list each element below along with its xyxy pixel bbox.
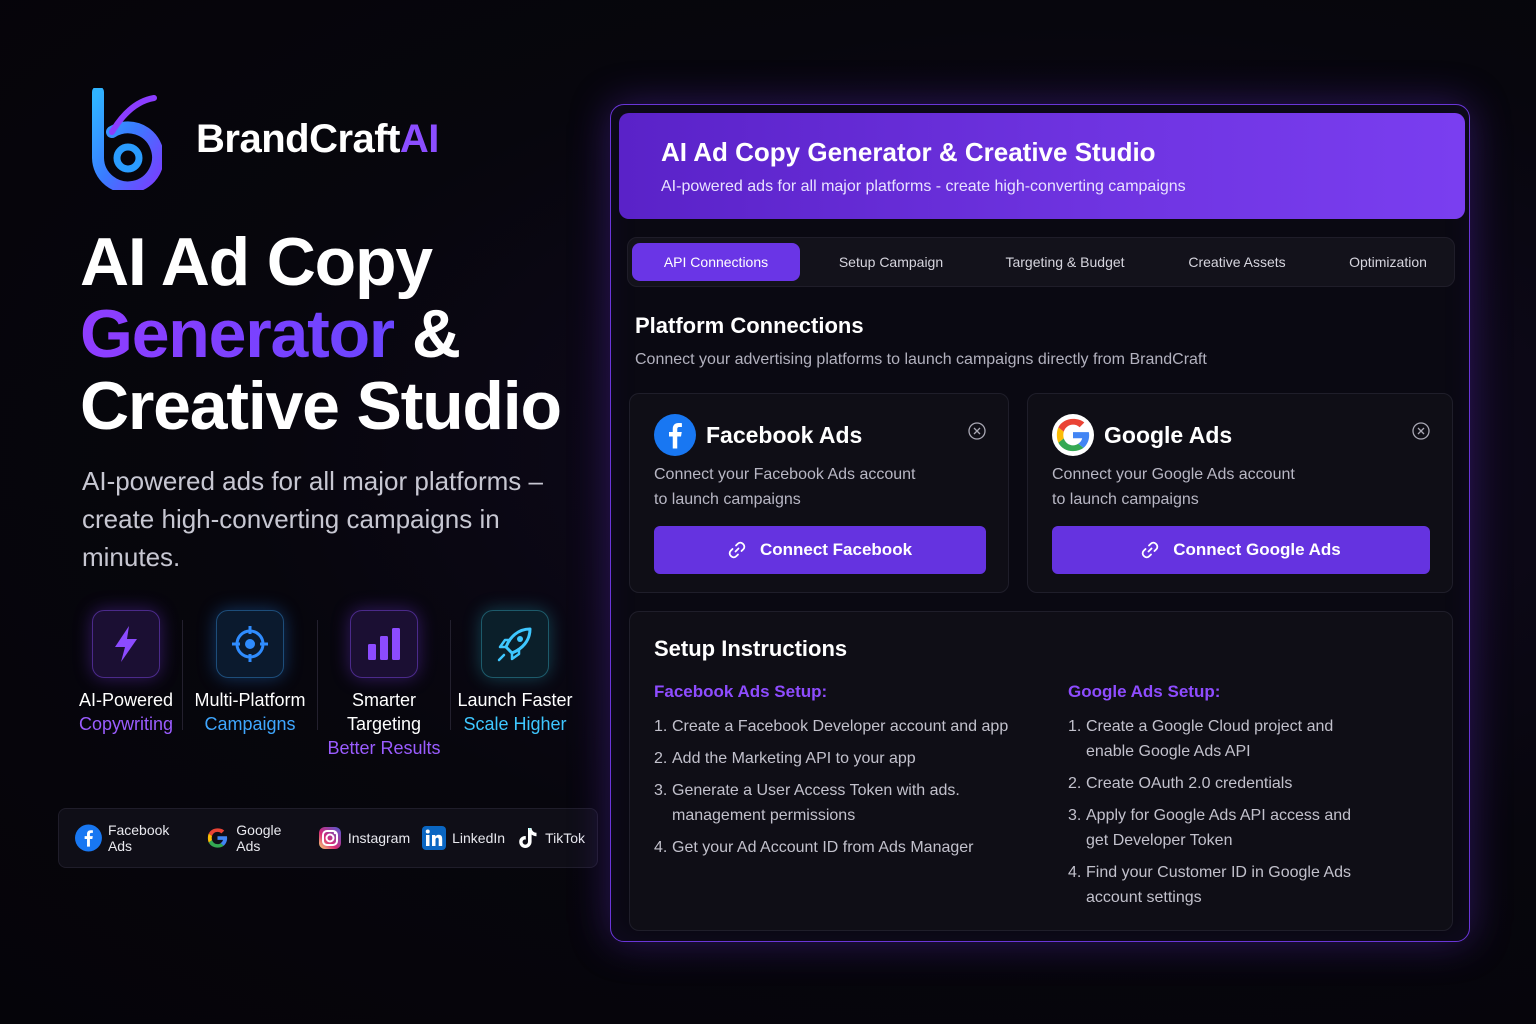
list-item: 3. Generate a User Access Token with ads.…	[654, 782, 960, 824]
feature-smarter-targeting: Smarter Targeting Better Results	[318, 610, 450, 760]
google-setup-column: Google Ads Setup: 1. Create a Google Clou…	[1068, 682, 1398, 917]
list-item: 1. Create a Google Cloud project and enab…	[1068, 718, 1334, 760]
facebook-icon	[654, 414, 696, 456]
linkedin-icon	[422, 826, 447, 850]
feature-launch-faster: Launch Faster Scale Higher	[451, 610, 579, 760]
tab-optimization[interactable]: Optimization	[1326, 243, 1450, 281]
list-item: 2. Create OAuth 2.0 credentials	[1068, 775, 1293, 792]
facebook-setup-column: Facebook Ads Setup: 1. Create a Facebook …	[654, 682, 1034, 867]
instagram-icon	[318, 827, 341, 849]
list-item: 1. Create a Facebook Developer account an…	[654, 718, 1009, 735]
section-subtitle: Connect your advertising platforms to la…	[635, 351, 1207, 368]
close-icon[interactable]	[1412, 422, 1430, 440]
section-title: Platform Connections	[635, 313, 864, 338]
hero-title: AI Ad Copy Generator & Creative Studio	[80, 224, 562, 444]
brand-logo: BrandCraftAI	[92, 88, 439, 190]
facebook-icon	[75, 824, 102, 852]
facebook-steps: 1. Create a Facebook Developer account an…	[654, 714, 1034, 860]
rocket-icon	[481, 610, 549, 678]
platform-tiktok: TikTok	[517, 826, 585, 850]
google-connection-card: Google Ads Connect your Google Ads accou…	[1027, 393, 1453, 593]
platform-instagram: Instagram	[318, 826, 410, 850]
brandcraft-logo-icon	[92, 88, 162, 190]
studio-panel: AI Ad Copy Generator & Creative Studio A…	[610, 104, 1470, 942]
hero-subtitle: AI-powered ads for all major platforms –…	[82, 466, 543, 572]
facebook-connection-card: Facebook Ads Connect your Facebook Ads a…	[629, 393, 1009, 593]
card-name: Facebook Ads	[706, 421, 863, 448]
instructions-title: Setup Instructions	[654, 636, 848, 661]
connect-facebook-button[interactable]: Connect Facebook	[654, 526, 986, 574]
connect-google-ads-button[interactable]: Connect Google Ads	[1052, 526, 1430, 574]
tab-api-connections[interactable]: API Connections	[632, 243, 800, 281]
feature-ai-powered: AI-Powered Copywriting	[70, 610, 182, 760]
google-icon	[208, 828, 228, 848]
list-item: 2. Add the Marketing API to your app	[654, 750, 916, 767]
tab-bar: API Connections Setup Campaign Targeting…	[627, 237, 1455, 287]
lightning-icon	[92, 610, 160, 678]
feature-list: AI-Powered Copywriting Multi-Platform Ca…	[70, 610, 579, 760]
google-icon	[1052, 414, 1094, 456]
card-description: Connect your Google Ads account to launc…	[1052, 466, 1295, 508]
target-icon	[216, 610, 284, 678]
platform-facebook: Facebook Ads	[75, 822, 193, 854]
brand-name: BrandCraftAI	[196, 116, 439, 161]
tab-setup-campaign[interactable]: Setup Campaign	[800, 243, 982, 281]
link-icon	[1142, 541, 1159, 559]
tab-targeting-budget[interactable]: Targeting & Budget	[982, 243, 1148, 281]
card-description: Connect your Facebook Ads account to lau…	[654, 466, 916, 508]
card-header: Google Ads	[1052, 414, 1232, 456]
feature-multi-platform: Multi-Platform Campaigns	[183, 610, 317, 760]
facebook-setup-heading: Facebook Ads Setup:	[654, 682, 828, 701]
card-header: Facebook Ads	[654, 414, 862, 456]
panel-header: AI Ad Copy Generator & Creative Studio A…	[619, 113, 1465, 219]
platform-linkedin: LinkedIn	[422, 826, 505, 850]
list-item: 3. Apply for Google Ads API access and ge…	[1068, 807, 1352, 849]
feature-title: Smarter Targeting	[346, 690, 422, 734]
link-icon	[728, 541, 746, 559]
list-item: 4. Find your Customer ID in Google Ads ac…	[1068, 864, 1352, 906]
google-steps: 1. Create a Google Cloud project and enab…	[1068, 714, 1398, 910]
google-setup-heading: Google Ads Setup:	[1068, 682, 1221, 701]
card-name: Google Ads	[1104, 421, 1233, 448]
setup-instructions-card: Setup Instructions Facebook Ads Setup: 1…	[629, 611, 1453, 931]
tab-creative-assets[interactable]: Creative Assets	[1148, 243, 1326, 281]
close-icon[interactable]	[968, 422, 986, 440]
panel-subtitle: AI-powered ads for all major platforms -…	[661, 178, 1186, 195]
supported-platforms-bar: Facebook Ads Google Ads Instagram Linked…	[58, 808, 598, 868]
tiktok-icon	[519, 828, 537, 848]
platform-google: Google Ads	[205, 822, 306, 854]
panel-title: AI Ad Copy Generator & Creative Studio	[661, 137, 1156, 167]
list-item: 4. Get your Ad Account ID from Ads Manage…	[654, 839, 974, 856]
bar-chart-icon	[350, 610, 418, 678]
